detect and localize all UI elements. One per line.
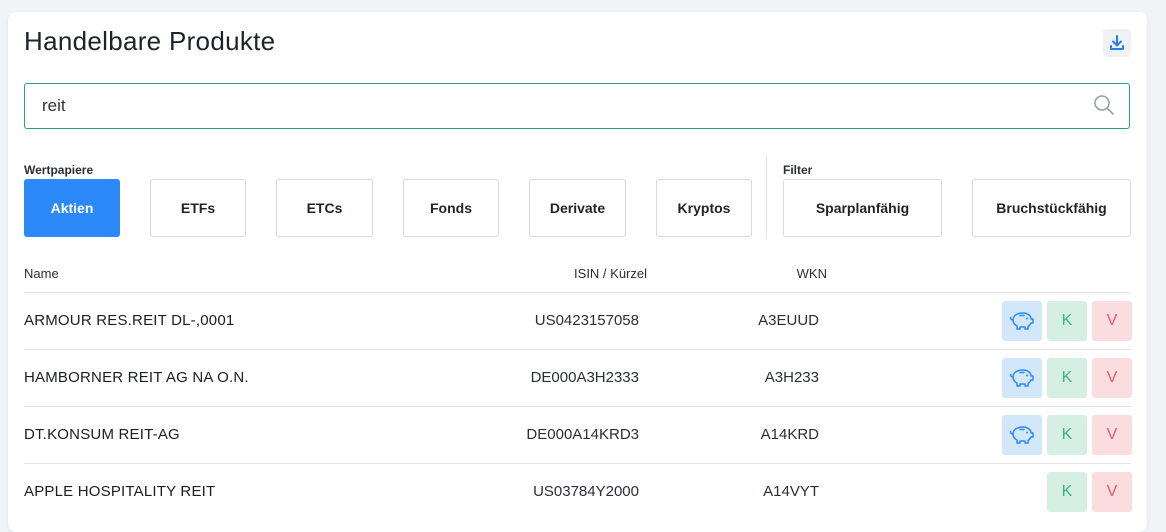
row-divider (24, 463, 1131, 464)
sparplan-button[interactable] (1002, 415, 1042, 455)
row-name[interactable]: HAMBORNER REIT AG NA O.N. (24, 369, 249, 386)
column-header-wkn[interactable]: WKN (797, 266, 827, 281)
search-box (24, 83, 1130, 129)
row-isin: US03784Y2000 (533, 483, 639, 500)
sell-button[interactable]: V (1092, 472, 1132, 512)
filter-chip-bruchstueckfaehig[interactable]: Bruchstückfähig (972, 179, 1131, 237)
buy-button[interactable]: K (1047, 358, 1087, 398)
column-header-isin[interactable]: ISIN / Kürzel (574, 266, 647, 281)
page-title: Handelbare Produkte (24, 26, 276, 56)
row-wkn: A14KRD (760, 426, 819, 443)
category-chip-etfs[interactable]: ETFs (150, 179, 246, 237)
category-chip-derivate[interactable]: Derivate (529, 179, 626, 237)
row-wkn: A3EUUD (758, 312, 819, 329)
buy-button[interactable]: K (1047, 472, 1087, 512)
row-wkn: A3H233 (764, 369, 819, 386)
row-wkn: A14VYT (763, 483, 819, 500)
header-divider (24, 292, 1131, 293)
row-name[interactable]: DT.KONSUM REIT-AG (24, 426, 180, 443)
group-label-filter: Filter (783, 163, 813, 177)
download-button[interactable] (1103, 29, 1131, 57)
download-icon (1110, 35, 1124, 50)
sparplan-button[interactable] (1002, 301, 1042, 341)
filter-divider (766, 155, 767, 239)
sell-button[interactable]: V (1092, 301, 1132, 341)
row-divider (24, 406, 1131, 407)
row-isin: DE000A3H2333 (530, 369, 639, 386)
filter-chip-sparplanfaehig[interactable]: Sparplanfähig (783, 179, 942, 237)
category-chip-kryptos[interactable]: Kryptos (656, 179, 752, 237)
row-isin: DE000A14KRD3 (526, 426, 639, 443)
sell-button[interactable]: V (1092, 415, 1132, 455)
category-chip-aktien[interactable]: Aktien (24, 179, 120, 237)
column-header-name[interactable]: Name (24, 266, 59, 281)
category-chip-etcs[interactable]: ETCs (276, 179, 373, 237)
row-name[interactable]: APPLE HOSPITALITY REIT (24, 483, 215, 500)
search-input[interactable] (40, 90, 1084, 122)
sparplan-button[interactable] (1002, 358, 1042, 398)
row-name[interactable]: ARMOUR RES.REIT DL-,0001 (24, 312, 234, 329)
piggy-bank-icon (1009, 312, 1034, 330)
sell-button[interactable]: V (1092, 358, 1132, 398)
products-panel: Handelbare Produkte Wertpapiere Filter A… (8, 12, 1147, 532)
piggy-bank-icon (1009, 369, 1034, 387)
group-label-wertpapiere: Wertpapiere (24, 163, 94, 177)
piggy-bank-icon (1009, 426, 1034, 444)
search-icon[interactable] (1093, 94, 1115, 116)
row-isin: US0423157058 (534, 312, 639, 329)
buy-button[interactable]: K (1047, 301, 1087, 341)
buy-button[interactable]: K (1047, 415, 1087, 455)
row-divider (24, 349, 1131, 350)
category-chip-fonds[interactable]: Fonds (403, 179, 499, 237)
